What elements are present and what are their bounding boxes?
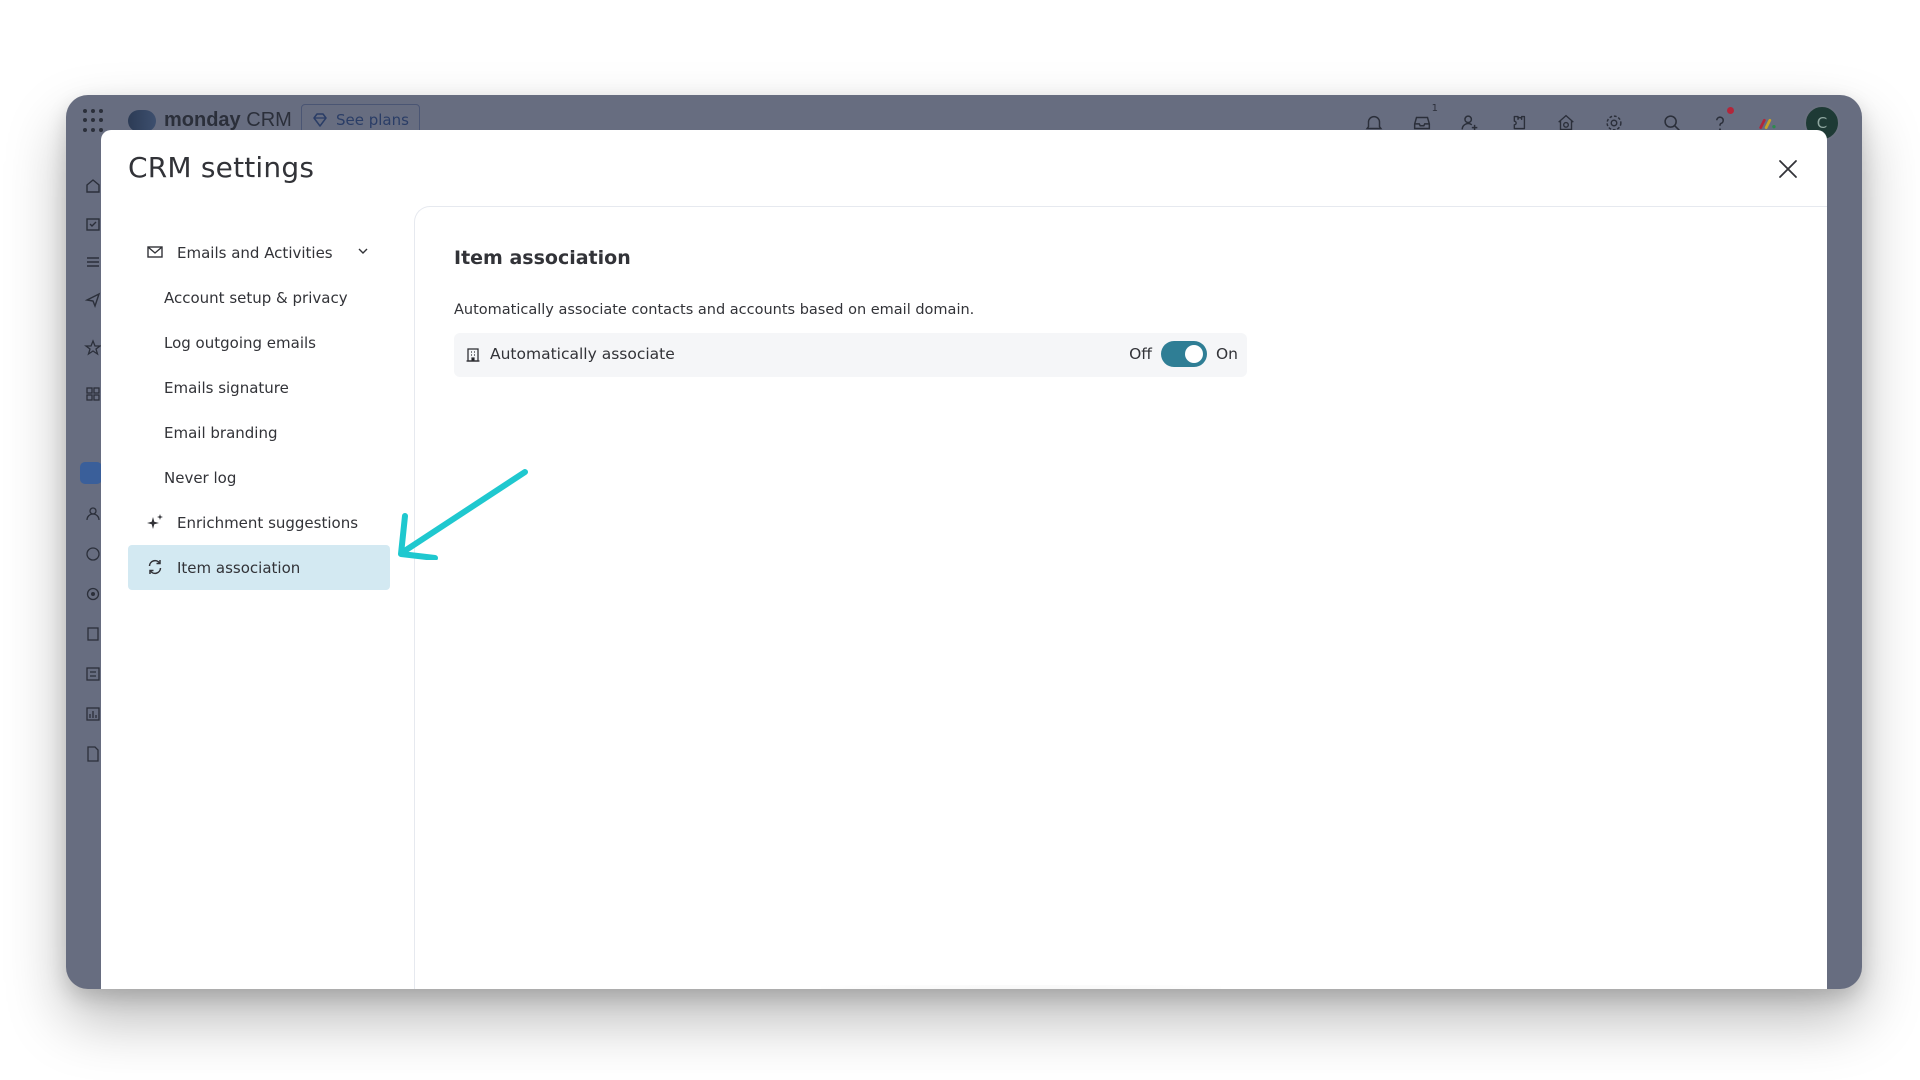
nav-item-never-log[interactable]: Never log bbox=[128, 455, 390, 500]
inbox-count: 1 bbox=[1431, 103, 1438, 114]
nav-item-emails-and-activities[interactable]: Emails and Activities bbox=[128, 230, 390, 275]
settings-content: Item association Automatically associate… bbox=[414, 206, 1827, 989]
logo-text: monday CRM bbox=[164, 109, 292, 131]
my-work-icon[interactable] bbox=[84, 215, 102, 233]
dashboard-icon[interactable] bbox=[84, 705, 102, 723]
favorites-star-icon[interactable] bbox=[84, 339, 102, 357]
crm-settings-modal: CRM settings Emails and Activities Accou… bbox=[101, 130, 1827, 989]
section-title: Item association bbox=[454, 247, 631, 269]
nav-item-label: Never log bbox=[164, 468, 237, 487]
workspaces-icon[interactable] bbox=[84, 385, 102, 403]
annotation-arrow-icon bbox=[398, 469, 528, 560]
automatically-associate-row: Automatically associate Off On bbox=[454, 333, 1247, 377]
notification-dot bbox=[1727, 107, 1734, 114]
sync-icon bbox=[148, 559, 162, 575]
home-icon[interactable] bbox=[84, 177, 102, 195]
list-icon[interactable] bbox=[84, 253, 102, 271]
toggle-on-label: On bbox=[1215, 345, 1238, 363]
leads-icon[interactable] bbox=[84, 585, 102, 603]
building-icon bbox=[466, 348, 480, 362]
apps-grid-icon[interactable] bbox=[83, 109, 107, 133]
nav-item-item-association[interactable]: Item association bbox=[128, 545, 390, 590]
nav-item-email-branding[interactable]: Email branding bbox=[128, 410, 390, 455]
chevron-down-icon[interactable] bbox=[356, 244, 370, 258]
modal-title: CRM settings bbox=[128, 151, 315, 184]
setting-label: Automatically associate bbox=[490, 345, 675, 363]
left-rail bbox=[66, 147, 102, 989]
nav-item-label: Emails signature bbox=[164, 378, 289, 397]
bottom-shadow bbox=[821, 985, 1221, 989]
close-button[interactable] bbox=[1775, 156, 1801, 182]
nav-item-log-outgoing-emails[interactable]: Log outgoing emails bbox=[128, 320, 390, 365]
docs-icon[interactable] bbox=[84, 745, 102, 763]
nav-item-emails-signature[interactable]: Emails signature bbox=[128, 365, 390, 410]
nav-item-label: Account setup & privacy bbox=[164, 288, 348, 307]
accounts-icon[interactable] bbox=[84, 625, 102, 643]
logo-mark-icon bbox=[128, 109, 156, 132]
rail-active-item[interactable] bbox=[80, 462, 102, 484]
nav-item-enrichment-suggestions[interactable]: Enrichment suggestions bbox=[128, 500, 390, 545]
toggle-group: Off On bbox=[1129, 341, 1238, 367]
app-logo[interactable]: monday CRM bbox=[128, 109, 292, 132]
sparkle-icon bbox=[147, 514, 163, 529]
section-description: Automatically associate contacts and acc… bbox=[454, 302, 975, 318]
settings-nav: Emails and Activities Account setup & pr… bbox=[128, 230, 390, 590]
close-icon bbox=[1779, 160, 1797, 178]
nav-item-account-setup[interactable]: Account setup & privacy bbox=[128, 275, 390, 320]
deals-icon[interactable] bbox=[84, 545, 102, 563]
mail-icon bbox=[147, 246, 163, 258]
nav-item-label: Item association bbox=[177, 558, 301, 577]
activities-icon[interactable] bbox=[84, 665, 102, 683]
send-icon[interactable] bbox=[84, 291, 102, 309]
nav-item-label: Emails and Activities bbox=[177, 243, 333, 262]
nav-item-label: Email branding bbox=[164, 423, 278, 442]
toggle-knob bbox=[1184, 345, 1203, 363]
auto-associate-toggle[interactable] bbox=[1160, 341, 1207, 367]
nav-item-label: Enrichment suggestions bbox=[177, 513, 359, 532]
contacts-icon[interactable] bbox=[84, 505, 102, 523]
nav-item-label: Log outgoing emails bbox=[164, 333, 316, 352]
diamond-icon bbox=[313, 113, 327, 127]
toggle-off-label: Off bbox=[1129, 345, 1152, 363]
